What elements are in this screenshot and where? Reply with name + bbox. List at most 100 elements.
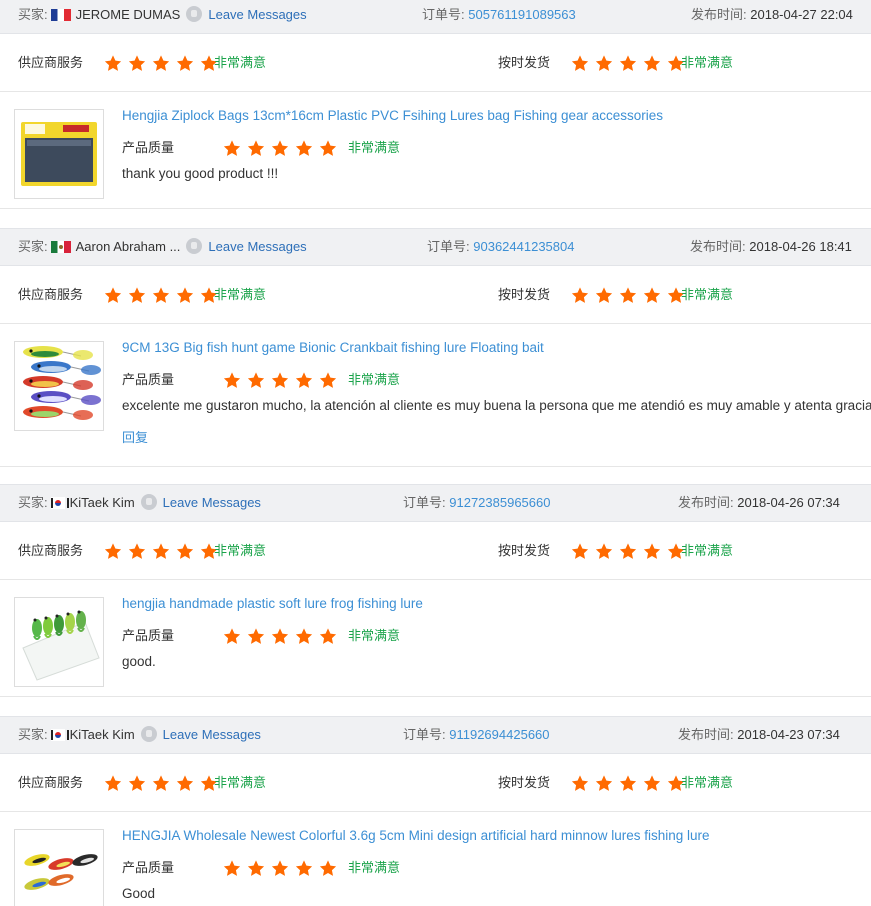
product-title-link[interactable]: Hengjia Ziplock Bags 13cm*16cm Plastic P… — [122, 108, 663, 123]
supplier-service-verdict: 非常满意 — [214, 55, 267, 70]
order-number-link[interactable]: 90362441235804 — [473, 239, 574, 254]
review-item: 买家: KiTaek Kim Leave Messages 订单号: 91192694… — [0, 716, 871, 906]
supplier-service-stars — [103, 286, 223, 305]
star-icon — [571, 543, 589, 559]
star-icon — [271, 860, 289, 876]
buyer-info: 买家: Aaron Abraham ... Leave Messages — [18, 229, 307, 265]
south-korea-flag — [50, 497, 69, 509]
product-quality-row: 产品质量 非常满意 — [122, 625, 400, 646]
star-icon — [319, 628, 337, 644]
star-icon — [295, 860, 313, 876]
star-icon — [223, 372, 241, 388]
ontime-shipping-verdict: 非常满意 — [681, 543, 734, 558]
supplier-service-verdict: 非常满意 — [214, 775, 267, 790]
star-icon — [128, 543, 146, 559]
review-item: 买家: Aaron Abraham ... Leave Messages 订单号: 9… — [0, 228, 871, 467]
published-label: 发布时间: — [691, 7, 747, 22]
star-icon — [295, 372, 313, 388]
star-icon — [176, 543, 194, 559]
star-icon — [619, 287, 637, 303]
star-icon — [176, 775, 194, 791]
supplier-service-stars — [103, 542, 223, 561]
review-comment: excelente me gustaron mucho, la atención… — [122, 398, 871, 413]
product-quality-label: 产品质量 — [122, 372, 175, 387]
leave-messages-link[interactable]: Leave Messages — [163, 495, 261, 510]
review-header: 买家: JEROME DUMAS Leave Messages 订单号: 505761… — [0, 0, 871, 34]
star-icon — [247, 628, 265, 644]
supplier-service-label: 供应商服务 — [18, 55, 84, 70]
buyer-name: KiTaek Kim — [69, 727, 135, 742]
service-ratings: 供应商服务 非常满意 按时发货 非常满意 — [0, 266, 871, 324]
supplier-service-verdict: 非常满意 — [214, 543, 267, 558]
star-icon — [271, 372, 289, 388]
frog-lures-thumbnail[interactable] — [14, 597, 104, 687]
order-number-link[interactable]: 91272385965660 — [449, 495, 550, 510]
product-quality-verdict: 非常满意 — [348, 860, 401, 875]
published-time: 发布时间: 2018-04-26 07:34 — [678, 485, 840, 521]
order-number-link[interactable]: 505761191089563 — [468, 7, 576, 22]
published-time-value: 2018-04-26 07:34 — [737, 495, 840, 510]
product-quality-verdict: 非常满意 — [348, 628, 401, 643]
leave-messages-link[interactable]: Leave Messages — [208, 7, 306, 22]
product-quality-label: 产品质量 — [122, 140, 175, 155]
leave-messages-link[interactable]: Leave Messages — [208, 239, 306, 254]
crankbait-lures-thumbnail[interactable] — [14, 341, 104, 431]
ontime-shipping-stars — [570, 542, 690, 561]
review-item: 买家: KiTaek Kim Leave Messages 订单号: 91272385… — [0, 484, 871, 697]
product-quality-verdict: 非常满意 — [348, 140, 401, 155]
supplier-service-label: 供应商服务 — [18, 775, 84, 790]
buyer-level-icon — [186, 6, 203, 22]
buyer-level-icon — [186, 238, 203, 254]
ziplock-bag-thumbnail[interactable] — [14, 109, 104, 199]
ontime-shipping-stars — [570, 774, 690, 793]
star-icon — [643, 543, 661, 559]
review-header: 买家: KiTaek Kim Leave Messages 订单号: 91272385… — [0, 484, 871, 522]
star-icon — [271, 628, 289, 644]
product-title-link[interactable]: hengjia handmade plastic soft lure frog … — [122, 596, 423, 611]
product-quality-label: 产品质量 — [122, 860, 175, 875]
ontime-shipping-label: 按时发货 — [498, 543, 551, 558]
order-label: 订单号: — [403, 727, 446, 742]
buyer-info: 买家: KiTaek Kim Leave Messages — [18, 485, 261, 521]
star-icon — [223, 860, 241, 876]
order-info: 订单号: 91272385965660 — [403, 485, 550, 521]
star-icon — [104, 543, 122, 559]
supplier-service-label: 供应商服务 — [18, 287, 84, 302]
service-ratings: 供应商服务 非常满意 按时发货 非常满意 — [0, 522, 871, 580]
buyer-level-icon — [140, 494, 157, 510]
star-icon — [619, 55, 637, 71]
star-icon — [643, 287, 661, 303]
star-icon — [571, 55, 589, 71]
product-title-link[interactable]: HENGJIA Wholesale Newest Colorful 3.6g 5… — [122, 828, 710, 843]
star-icon — [152, 55, 170, 71]
published-label: 发布时间: — [678, 495, 734, 510]
ontime-shipping-stars — [570, 54, 690, 73]
star-icon — [571, 775, 589, 791]
star-icon — [643, 775, 661, 791]
published-time: 发布时间: 2018-04-26 18:41 — [690, 229, 852, 265]
published-time-value: 2018-04-27 22:04 — [750, 7, 853, 22]
star-icon — [319, 860, 337, 876]
reply-link[interactable]: 回复 — [122, 427, 148, 446]
product-title-link[interactable]: 9CM 13G Big fish hunt game Bionic Crankb… — [122, 340, 544, 355]
order-number-link[interactable]: 91192694425660 — [449, 727, 549, 742]
published-time: 发布时间: 2018-04-23 07:34 — [678, 717, 840, 753]
minnow-lures-thumbnail[interactable] — [14, 829, 104, 906]
leave-messages-link[interactable]: Leave Messages — [163, 727, 261, 742]
star-icon — [619, 543, 637, 559]
star-icon — [176, 287, 194, 303]
buyer-level-icon — [140, 726, 157, 742]
star-icon — [104, 775, 122, 791]
star-icon — [247, 140, 265, 156]
star-icon — [128, 287, 146, 303]
ontime-shipping-verdict: 非常满意 — [681, 287, 734, 302]
product-quality-label: 产品质量 — [122, 628, 175, 643]
buyer-label: 买家: — [18, 727, 48, 742]
buyer-name: KiTaek Kim — [69, 495, 135, 510]
buyer-name: Aaron Abraham ... — [75, 239, 181, 254]
product-quality-stars — [222, 139, 342, 158]
star-icon — [295, 140, 313, 156]
star-icon — [128, 55, 146, 71]
review-comment: Good — [122, 886, 156, 901]
star-icon — [223, 140, 241, 156]
